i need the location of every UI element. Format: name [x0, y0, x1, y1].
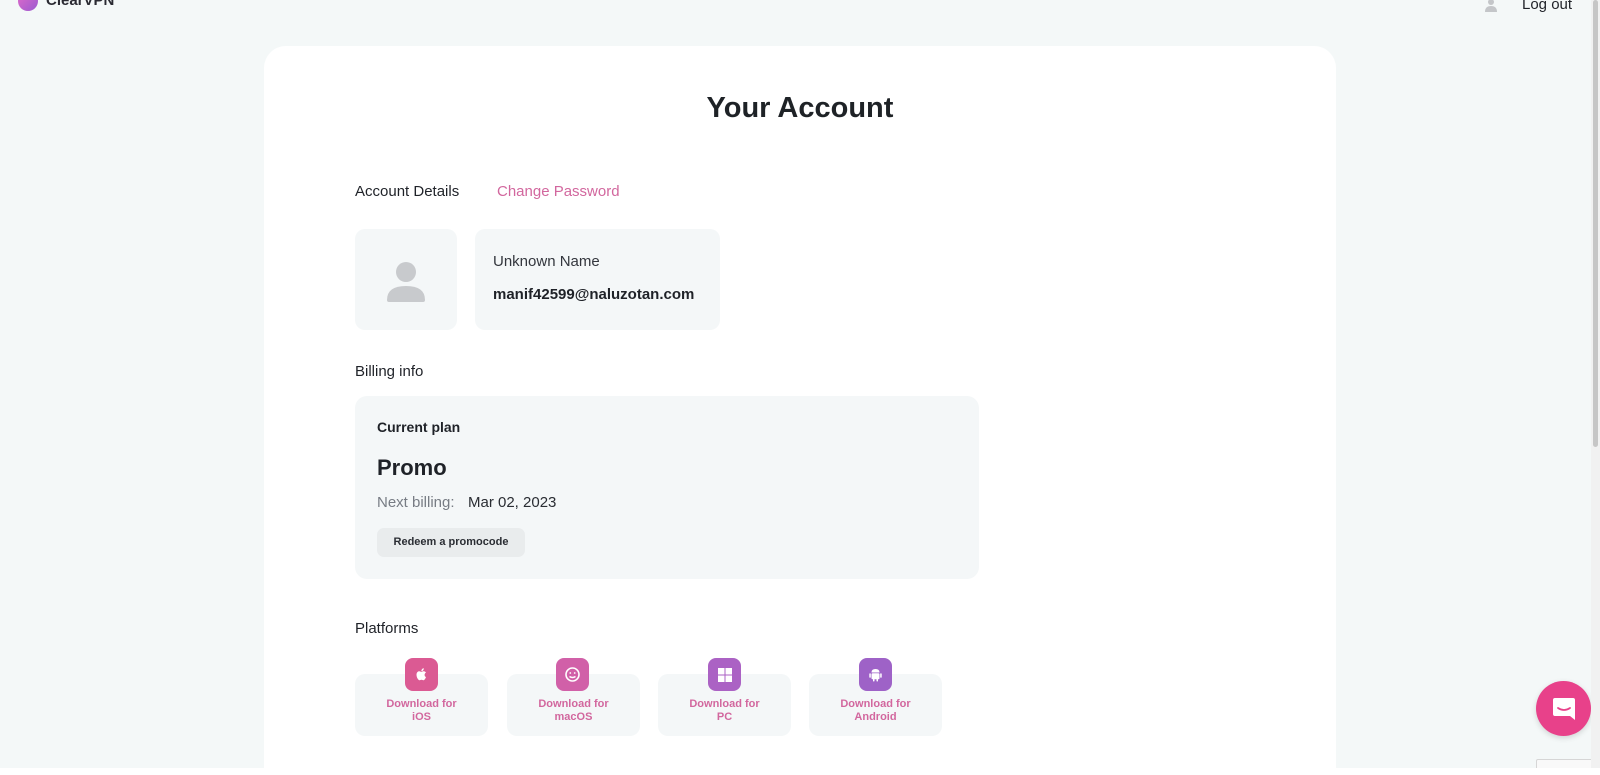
plan-name: Promo: [377, 455, 447, 480]
next-billing-date: Mar 02, 2023: [468, 494, 557, 511]
logout-link[interactable]: Log out: [1522, 0, 1572, 14]
profile-name: Unknown Name: [493, 253, 600, 270]
current-plan-label: Current plan: [377, 419, 461, 435]
billing-section-label: Billing info: [355, 363, 424, 380]
bottom-edge: [0, 768, 1600, 775]
scrollbar-thumb[interactable]: [1593, 0, 1598, 447]
user-avatar-icon: [387, 262, 425, 302]
next-billing-label: Next billing:: [377, 494, 455, 511]
top-bar: ClearVPN Log out: [0, 0, 1600, 20]
tab-change-password[interactable]: Change Password: [497, 183, 620, 200]
redeem-promocode-button[interactable]: Redeem a promocode: [377, 528, 525, 557]
profile-email: manif42599@naluzotan.com: [493, 286, 695, 303]
profile-card: [475, 229, 720, 330]
brand-logo-icon: [18, 0, 38, 11]
tab-account-details[interactable]: Account Details: [355, 183, 459, 200]
chat-icon: [1552, 697, 1575, 720]
download-macos-label: Download for macOS: [538, 698, 609, 723]
platforms-section-label: Platforms: [355, 620, 419, 637]
user-icon[interactable]: [1484, 0, 1498, 12]
android-icon: [859, 658, 892, 691]
download-pc-label: Download for PC: [689, 698, 760, 723]
page-title: Your Account: [706, 92, 894, 124]
brand[interactable]: ClearVPN: [18, 0, 114, 11]
apple-icon: [405, 658, 438, 691]
finder-icon: [556, 658, 589, 691]
download-ios-label: Download for iOS: [386, 698, 457, 723]
chat-launcher-button[interactable]: [1536, 681, 1591, 736]
brand-name: ClearVPN: [46, 0, 115, 9]
windows-icon: [708, 658, 741, 691]
download-android-label: Download for Android: [840, 698, 911, 723]
